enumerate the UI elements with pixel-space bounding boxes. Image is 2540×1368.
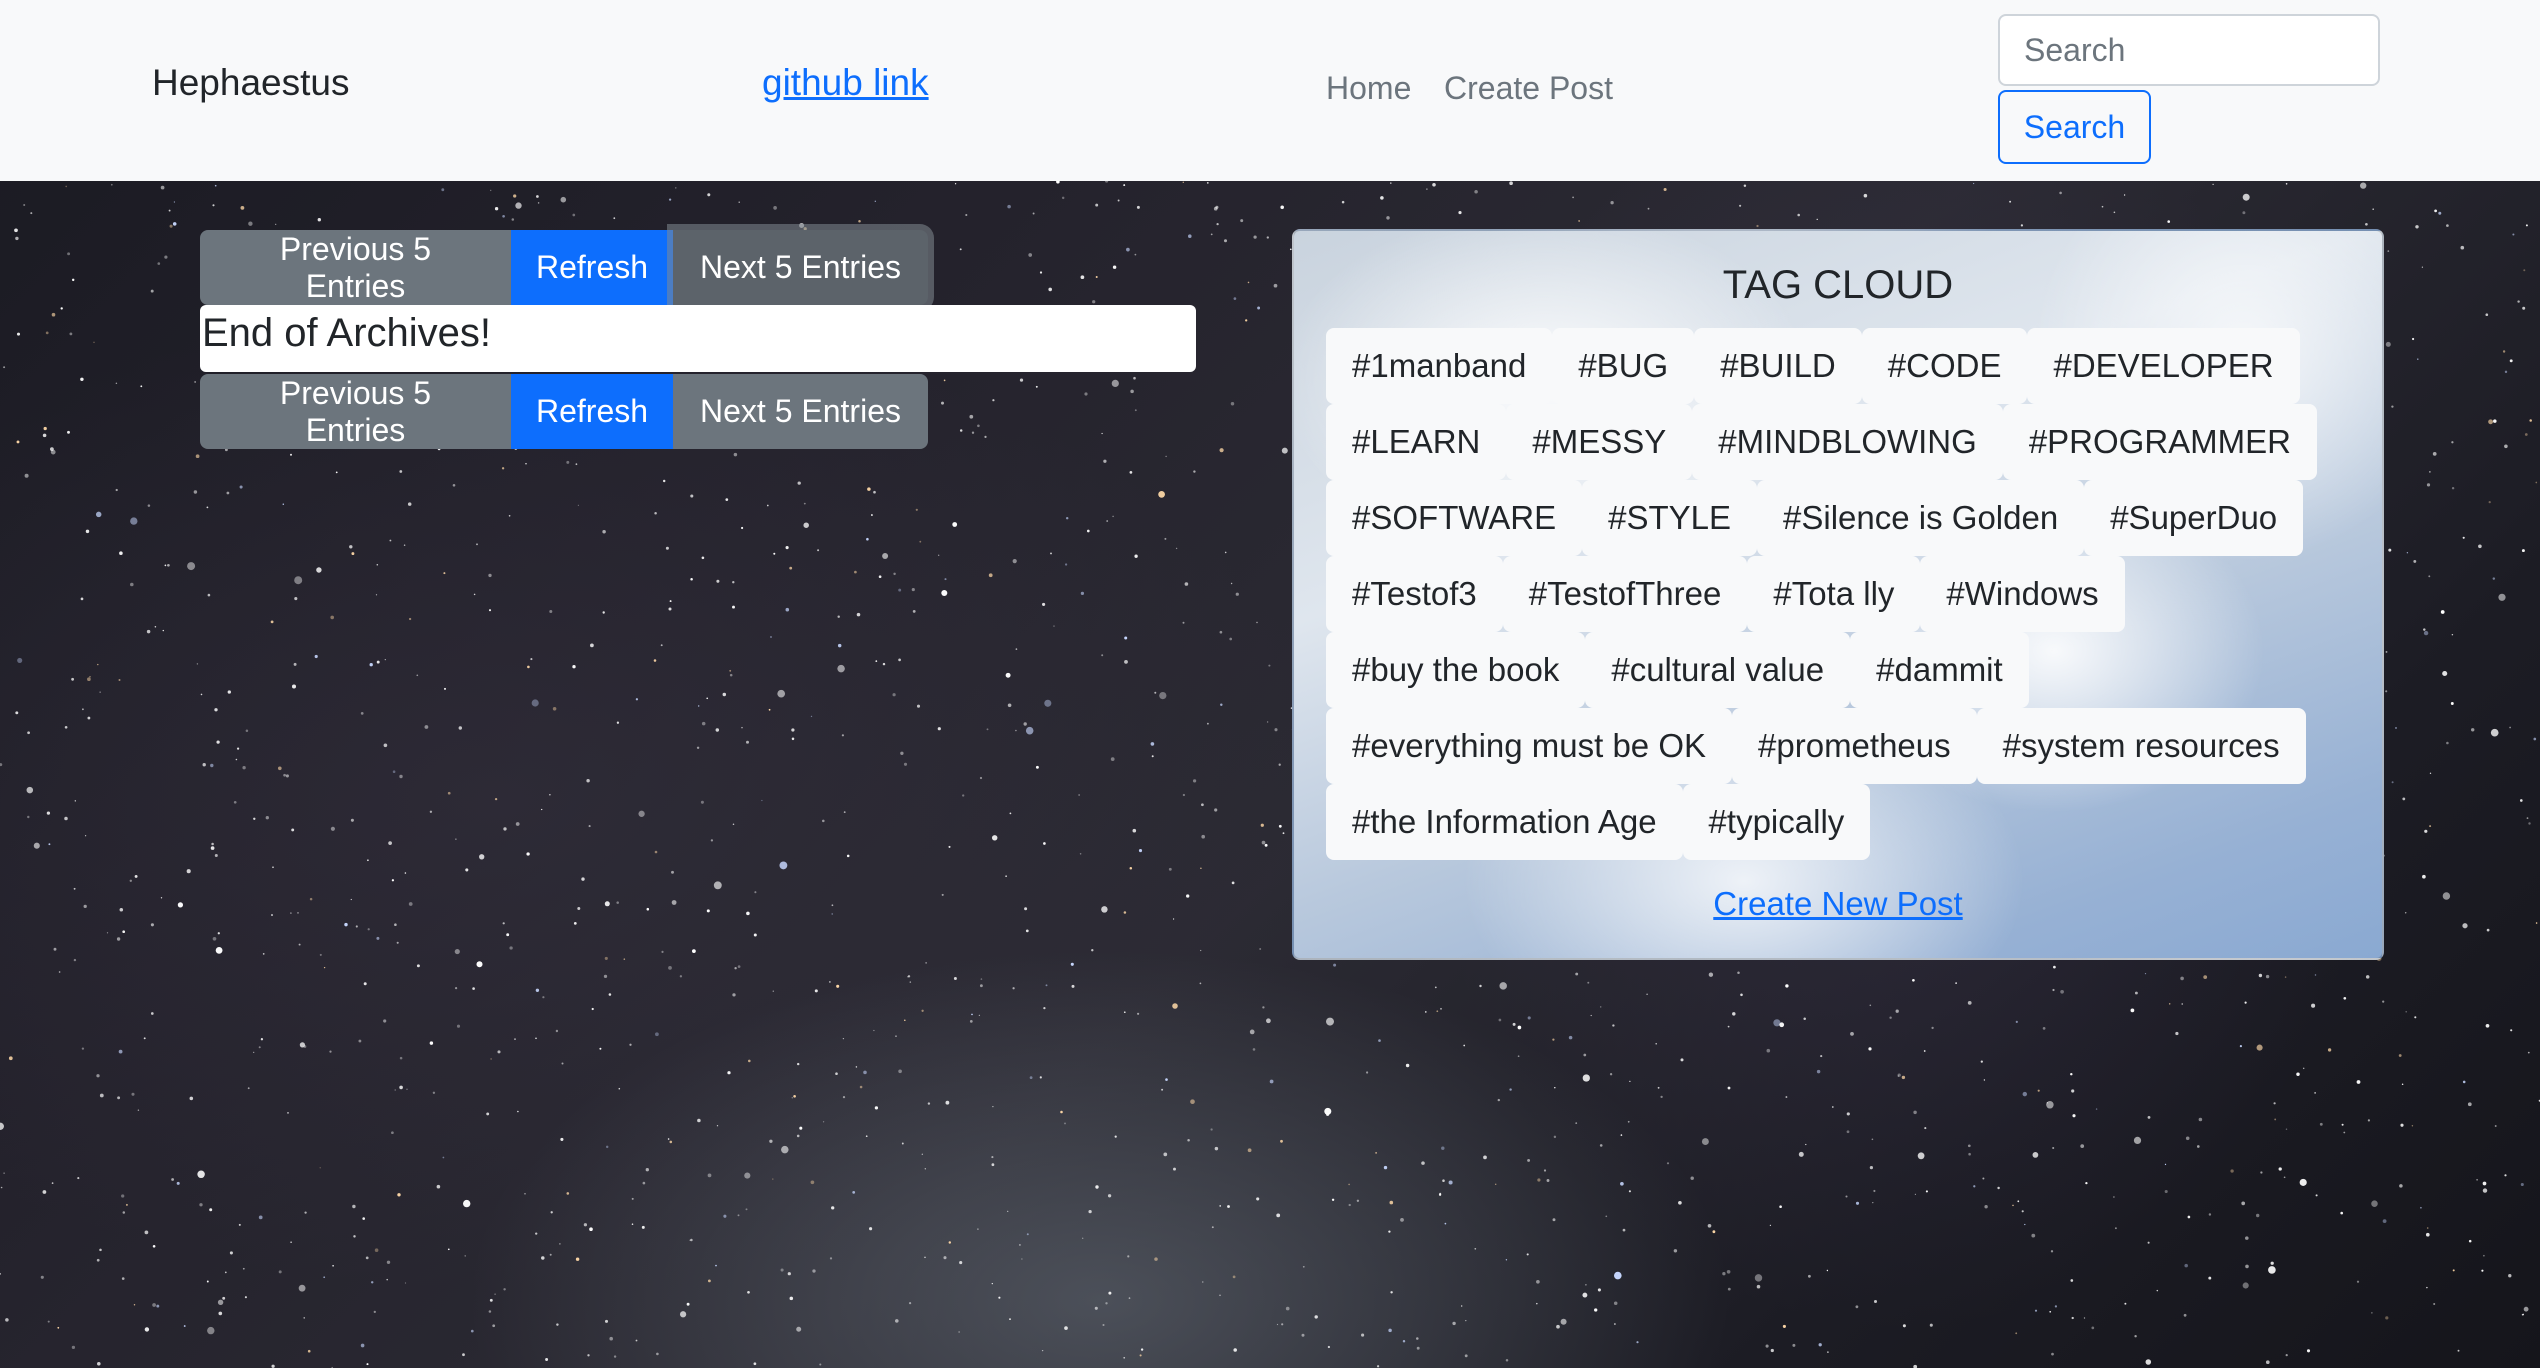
tag-link[interactable]: #CODE <box>1861 328 2028 404</box>
tag-link[interactable]: #TestofThree <box>1502 556 1748 632</box>
archive-message-box: End of Archives! <box>200 305 1196 372</box>
create-new-post-link[interactable]: Create New Post <box>1294 885 2382 923</box>
top-navbar: Hephaestus github link Home Create Post … <box>0 0 2540 181</box>
tag-link[interactable]: #the Information Age <box>1326 784 1683 860</box>
pager-bottom: Previous 5 Entries Refresh Next 5 Entrie… <box>200 374 928 449</box>
tag-link[interactable]: #Silence is Golden <box>1757 480 2085 556</box>
tag-link[interactable]: #prometheus <box>1732 708 1977 784</box>
refresh-button[interactable]: Refresh <box>511 374 673 449</box>
nav-link-home[interactable]: Home <box>1326 70 1411 107</box>
tag-link[interactable]: #buy the book <box>1326 632 1586 708</box>
tag-link[interactable]: #MINDBLOWING <box>1692 404 2003 480</box>
tag-link[interactable]: #BUG <box>1552 328 1695 404</box>
tag-link[interactable]: #LEARN <box>1326 404 1507 480</box>
tag-link[interactable]: #Testof3 <box>1326 556 1503 632</box>
tag-link[interactable]: #system resources <box>1976 708 2306 784</box>
pager-top: Previous 5 Entries Refresh Next 5 Entrie… <box>200 230 928 305</box>
tag-link[interactable]: #DEVELOPER <box>2027 328 2300 404</box>
brand-link[interactable]: Hephaestus <box>152 62 349 104</box>
refresh-button[interactable]: Refresh <box>511 230 673 305</box>
tag-cloud-card: TAG CLOUD #1manband #BUG #BUILD #CODE #D… <box>1292 229 2384 960</box>
tag-link[interactable]: #BUILD <box>1694 328 1862 404</box>
tag-link[interactable]: #SuperDuo <box>2084 480 2304 556</box>
tag-link[interactable]: #Tota lly <box>1747 556 1921 632</box>
tag-link[interactable]: #PROGRAMMER <box>2002 404 2318 480</box>
tag-link[interactable]: #STYLE <box>1582 480 1758 556</box>
search-button[interactable]: Search <box>1998 90 2151 164</box>
previous-entries-button[interactable]: Previous 5 Entries <box>200 230 511 305</box>
next-entries-button[interactable]: Next 5 Entries <box>673 230 928 305</box>
tag-link[interactable]: #dammit <box>1850 632 2029 708</box>
tag-link[interactable]: #everything must be OK <box>1326 708 1733 784</box>
previous-entries-button[interactable]: Previous 5 Entries <box>200 374 511 449</box>
tag-link[interactable]: #1manband <box>1326 328 1553 404</box>
nav-link-create-post[interactable]: Create Post <box>1444 70 1613 107</box>
tag-list: #1manband #BUG #BUILD #CODE #DEVELOPER #… <box>1326 328 2356 860</box>
github-link[interactable]: github link <box>762 62 929 104</box>
tag-link[interactable]: #SOFTWARE <box>1326 480 1583 556</box>
next-entries-button[interactable]: Next 5 Entries <box>673 374 928 449</box>
tag-link[interactable]: #typically <box>1682 784 1871 860</box>
tag-link[interactable]: #MESSY <box>1506 404 1693 480</box>
tag-link[interactable]: #Windows <box>1920 556 2125 632</box>
tag-cloud-title: TAG CLOUD <box>1722 263 1954 307</box>
archive-message: End of Archives! <box>202 311 492 355</box>
tag-link[interactable]: #cultural value <box>1585 632 1851 708</box>
search-input[interactable] <box>1998 14 2380 86</box>
